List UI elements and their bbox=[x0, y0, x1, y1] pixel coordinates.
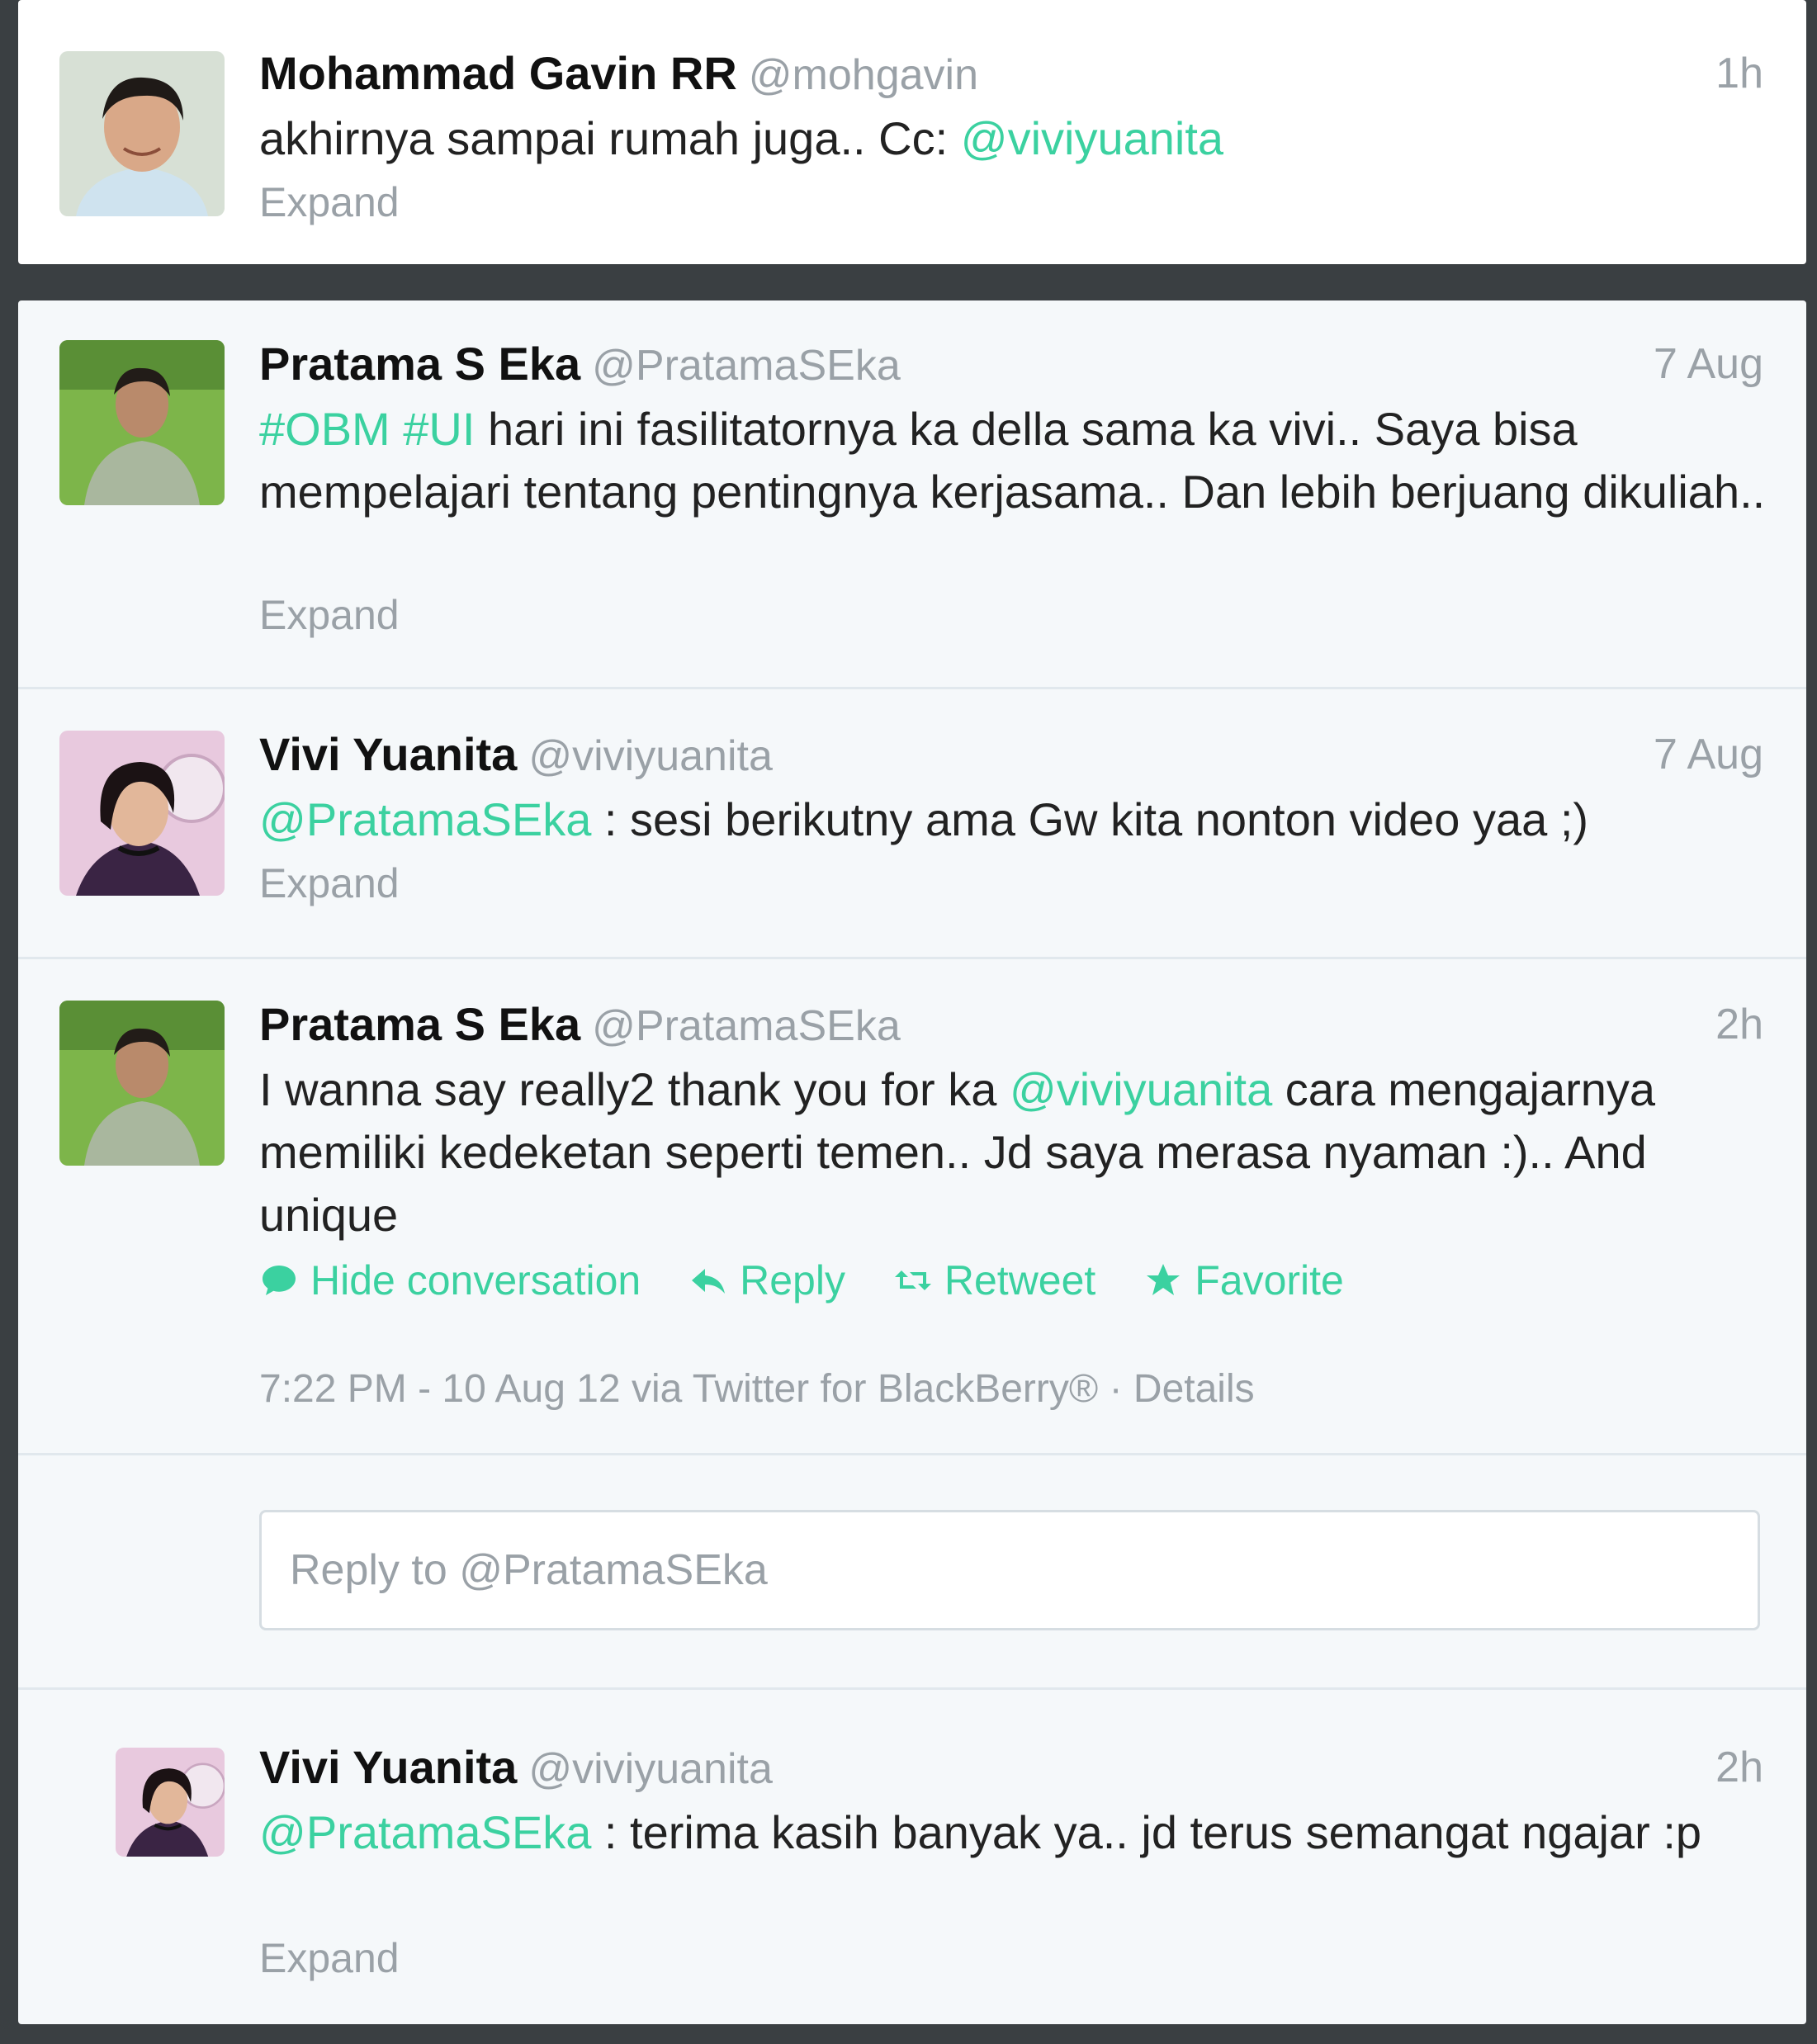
retweet-label: Retweet bbox=[944, 1257, 1096, 1304]
author-name[interactable]: Pratama S Eka bbox=[259, 338, 580, 390]
mention-link[interactable]: @PratamaSEka bbox=[259, 1806, 591, 1858]
hide-conversation-label: Hide conversation bbox=[310, 1257, 641, 1304]
expand-link[interactable]: Expand bbox=[259, 1929, 400, 1987]
divider bbox=[18, 1453, 1806, 1455]
tweet-text-body: hari ini fasilitatornya ka della sama ka… bbox=[259, 403, 1766, 518]
retweet-icon bbox=[893, 1261, 933, 1300]
author-name[interactable]: Vivi Yuanita bbox=[259, 728, 517, 780]
author-name[interactable]: Pratama S Eka bbox=[259, 998, 580, 1050]
tweet-text: I wanna say really2 thank you for ka @vi… bbox=[259, 1058, 1770, 1247]
star-icon bbox=[1143, 1261, 1183, 1300]
retweet-button[interactable]: Retweet bbox=[893, 1251, 1095, 1309]
author-handle[interactable]: @PratamaSEka bbox=[592, 342, 901, 390]
mention-link[interactable]: @viviyuanita bbox=[1010, 1063, 1272, 1115]
avatar[interactable] bbox=[116, 1748, 225, 1857]
tweet-item[interactable]: Vivi Yuanita @viviyuanita 7 Aug @PratamaS… bbox=[18, 689, 1806, 957]
reply-input[interactable]: Reply to @PratamaSEka bbox=[259, 1510, 1760, 1630]
expand-link[interactable]: Expand bbox=[259, 854, 400, 912]
tweet-meta[interactable]: 7:22 PM - 10 Aug 12 via Twitter for Blac… bbox=[259, 1360, 1255, 1418]
reply-button[interactable]: Reply bbox=[688, 1251, 845, 1309]
author-name[interactable]: Vivi Yuanita bbox=[259, 1741, 517, 1793]
favorite-button[interactable]: Favorite bbox=[1143, 1251, 1344, 1309]
author-handle[interactable]: @viviyuanita bbox=[528, 1745, 773, 1793]
expand-link[interactable]: Expand bbox=[259, 586, 400, 644]
tweet-text: akhirnya sampai rumah juga.. Cc: @viviyu… bbox=[259, 107, 1770, 170]
tweet-header: Vivi Yuanita @viviyuanita bbox=[259, 1739, 773, 1798]
speech-bubble-icon bbox=[259, 1261, 299, 1300]
expand-link[interactable]: Expand bbox=[259, 173, 400, 231]
mention-link[interactable]: @viviyuanita bbox=[961, 112, 1223, 164]
tweet-timestamp[interactable]: 2h bbox=[1715, 996, 1763, 1053]
tweet-header: Pratama S Eka @PratamaSEka bbox=[259, 996, 901, 1055]
tweet-card-conversation: Pratama S Eka @PratamaSEka 7 Aug #OBM #UI… bbox=[18, 300, 1806, 2024]
author-handle[interactable]: @mohgavin bbox=[749, 51, 978, 99]
tweet-timestamp[interactable]: 7 Aug bbox=[1654, 335, 1763, 393]
tweet-actions: Hide conversation Reply Retweet Favorite bbox=[259, 1251, 1380, 1315]
reply-arrow-icon bbox=[688, 1261, 728, 1300]
avatar[interactable] bbox=[59, 51, 225, 216]
tweet-header: Mohammad Gavin RR @mohgavin bbox=[259, 45, 978, 104]
tweet-text: #OBM #UI hari ini fasilitatornya ka dell… bbox=[259, 398, 1770, 523]
tweet-item[interactable]: Pratama S Eka @PratamaSEka 7 Aug #OBM #UI… bbox=[18, 300, 1806, 687]
tweet-text-body: : terima kasih banyak ya.. jd terus sema… bbox=[591, 1806, 1702, 1858]
tweet-card-top: Mohammad Gavin RR @mohgavin 1h akhirnya s… bbox=[18, 0, 1806, 264]
tweet-header: Pratama S Eka @PratamaSEka bbox=[259, 335, 901, 395]
hashtag-link[interactable]: #OBM bbox=[259, 403, 390, 455]
tweet-text-body: I wanna say really2 thank you for ka bbox=[259, 1063, 1010, 1115]
avatar[interactable] bbox=[59, 340, 225, 505]
hashtag-link[interactable]: #UI bbox=[403, 403, 475, 455]
avatar[interactable] bbox=[59, 1001, 225, 1166]
tweet-header: Vivi Yuanita @viviyuanita bbox=[259, 726, 773, 785]
favorite-label: Favorite bbox=[1195, 1257, 1344, 1304]
tweet-item-reply[interactable]: Vivi Yuanita @viviyuanita 2h @PratamaSEka… bbox=[18, 1690, 1806, 2024]
tweet-text-body: akhirnya sampai rumah juga.. Cc: bbox=[259, 112, 961, 164]
author-handle[interactable]: @viviyuanita bbox=[528, 732, 773, 780]
tweet-timestamp[interactable]: 7 Aug bbox=[1654, 726, 1763, 783]
tweet-text-body: : sesi berikutny ama Gw kita nonton vide… bbox=[591, 793, 1589, 845]
author-name[interactable]: Mohammad Gavin RR bbox=[259, 47, 737, 99]
tweet-item[interactable]: Mohammad Gavin RR @mohgavin 1h akhirnya s… bbox=[18, 0, 1806, 264]
avatar[interactable] bbox=[59, 731, 225, 896]
mention-link[interactable]: @PratamaSEka bbox=[259, 793, 591, 845]
hide-conversation-button[interactable]: Hide conversation bbox=[259, 1251, 641, 1309]
reply-label: Reply bbox=[740, 1257, 845, 1304]
tweet-text: @PratamaSEka : sesi berikutny ama Gw kit… bbox=[259, 788, 1770, 851]
tweet-timestamp[interactable]: 2h bbox=[1715, 1739, 1763, 1796]
author-handle[interactable]: @PratamaSEka bbox=[592, 1002, 901, 1050]
tweet-timestamp[interactable]: 1h bbox=[1715, 45, 1763, 102]
tweet-text: @PratamaSEka : terima kasih banyak ya.. … bbox=[259, 1801, 1770, 1864]
